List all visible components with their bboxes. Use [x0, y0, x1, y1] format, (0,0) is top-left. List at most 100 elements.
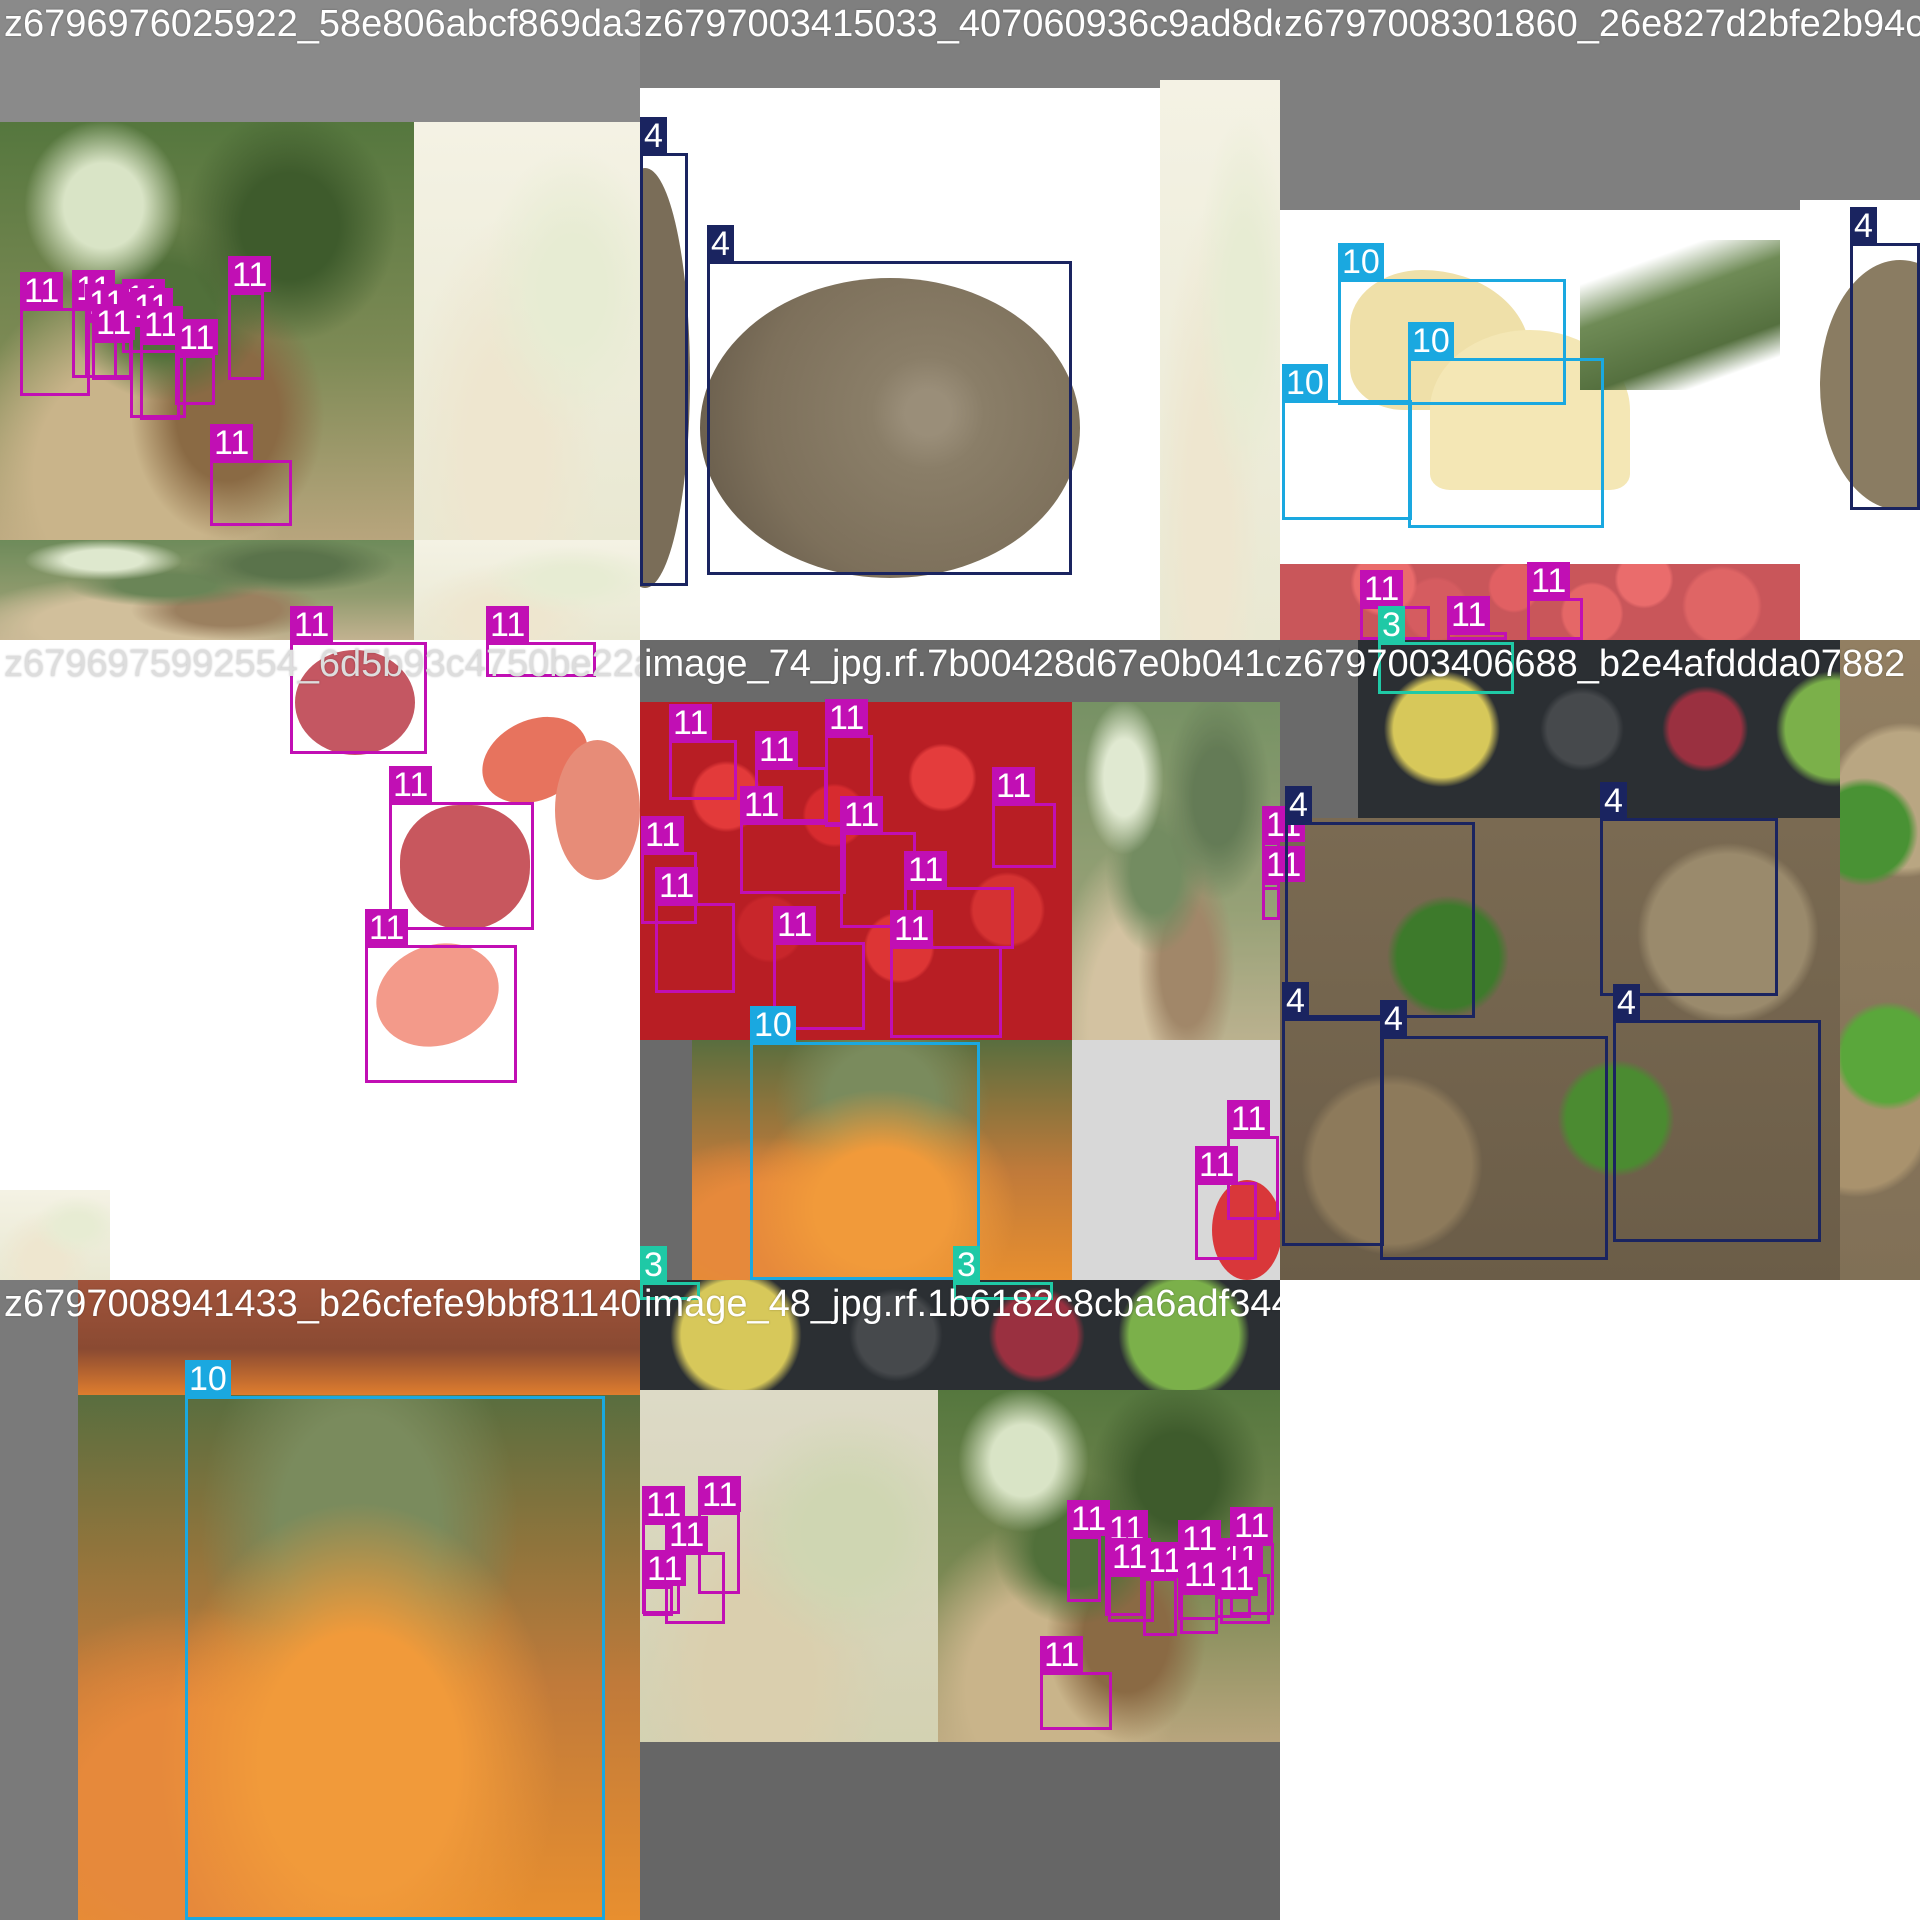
- bbox-class-label: 11: [825, 699, 869, 737]
- bbox-class-label: 11: [228, 256, 272, 294]
- bbox-pineapple: 10: [1408, 322, 1604, 528]
- bbox-class-label: 11: [1178, 1520, 1222, 1558]
- bbox-class-label: 11: [1108, 1538, 1152, 1576]
- bbox-strawberry: 11: [228, 256, 272, 380]
- bbox-class-label: 11: [665, 1516, 709, 1554]
- bbox-class-label: 11: [641, 816, 685, 854]
- bbox-class-label: 3: [953, 1246, 980, 1284]
- bbox-strawberry: 11: [92, 304, 136, 380]
- tile-filename: image_74_jpg.rf.7b00428d67e0b041d: [644, 643, 1280, 685]
- bbox-strawberry: 11: [1040, 1636, 1112, 1730]
- bbox-strawberry: 11: [1447, 596, 1507, 640]
- bbox-strawberry: 11: [669, 704, 737, 800]
- bbox-kiwi: 4: [707, 225, 1072, 575]
- bbox-class-label: 11: [210, 424, 254, 462]
- gray-pad: [0, 1280, 78, 1920]
- bbox-class-label: 3: [1378, 606, 1405, 644]
- tile-filename: z6797003406688_b2e4afddda07882: [1284, 643, 1906, 685]
- bbox-class-label: 11: [486, 606, 530, 644]
- bbox-class-label: 10: [1282, 364, 1328, 402]
- bbox-class-label: 4: [640, 117, 667, 155]
- bbox-class-label: 11: [669, 704, 713, 742]
- bbox-class-label: 10: [1408, 322, 1454, 360]
- bbox-strawberry: 11: [992, 767, 1056, 868]
- bbox-class-label: 11: [1195, 1146, 1239, 1184]
- bbox-class-label: 11: [1527, 562, 1571, 600]
- tile-filename: z6797008301860_26e827d2bfe2b94c: [1284, 3, 1920, 45]
- photo-kiwi-edge: [1840, 640, 1920, 1280]
- bbox-class-label: 4: [1850, 207, 1877, 245]
- bbox-kiwi: 4: [1613, 984, 1821, 1242]
- bbox-strawberry: 11: [643, 1550, 687, 1616]
- tile-filename: image_48_jpg.rf.1b6182c8cba6adf3441f9c10: [644, 1283, 1280, 1325]
- bbox-strawberry: 11: [140, 306, 184, 420]
- bbox-class-label: 11: [643, 1550, 687, 1588]
- bbox-class-label: 11: [840, 796, 884, 834]
- bbox-strawberry: 11: [210, 424, 292, 526]
- bbox-strawberry: 11: [655, 867, 735, 993]
- bbox-class-label: 10: [750, 1006, 796, 1044]
- bbox-class-label: 11: [389, 766, 433, 804]
- bbox-class-label: 11: [1215, 1560, 1259, 1598]
- bbox-class-label: 11: [655, 867, 699, 905]
- bbox-class-label: 11: [992, 767, 1036, 805]
- bbox-class-label: 11: [20, 272, 64, 310]
- bbox-class-label: 10: [1338, 243, 1384, 281]
- tile-filename: z6796976025922_58e806abcf869da3: [4, 3, 640, 45]
- bbox-kiwi: 4: [1850, 207, 1920, 510]
- bbox-class-label: 10: [185, 1360, 231, 1398]
- bbox-strawberry: 11: [1262, 846, 1306, 920]
- pineapple-crown-shape: [1580, 240, 1780, 390]
- bbox-class-label: 11: [1067, 1500, 1111, 1538]
- bbox-strawberry: 11: [1527, 562, 1583, 640]
- bbox-kiwi: 4: [1285, 786, 1475, 1018]
- strawberry-shape: [555, 740, 640, 880]
- bbox-strawberry: 11: [1215, 1560, 1259, 1618]
- bbox-strawberry: 11: [389, 766, 534, 930]
- bbox-strawberry: 11: [1195, 1146, 1257, 1260]
- photo-haze-strip: [1160, 80, 1280, 640]
- photo-garden-strawberry: [1072, 702, 1280, 1080]
- bbox-class-label: 11: [698, 1476, 742, 1514]
- bbox-class-label: 11: [904, 851, 948, 889]
- bbox-strawberry: 11: [1108, 1538, 1154, 1622]
- bbox-class-label: 11: [755, 731, 799, 769]
- bbox-class-label: 4: [1600, 782, 1627, 820]
- bbox-class-label: 11: [740, 786, 784, 824]
- bbox-class-label: 4: [1380, 1000, 1407, 1038]
- bbox-kiwi: 4: [1282, 982, 1384, 1246]
- bbox-pineapple: 10: [185, 1360, 605, 1920]
- bbox-class-label: 11: [1230, 1507, 1274, 1545]
- bbox-strawberry: 11: [365, 909, 517, 1083]
- bbox-strawberry: 11: [1180, 1556, 1224, 1634]
- photo-hazy-strawberry: [414, 122, 640, 540]
- bbox-class-label: 11: [92, 304, 136, 342]
- bbox-class-label: 4: [1613, 984, 1640, 1022]
- bbox-class-label: 11: [1360, 570, 1404, 608]
- photo-garden-repeat: [0, 540, 414, 640]
- bbox-strawberry: 11: [1067, 1500, 1111, 1602]
- bbox-class-label: 11: [1227, 1100, 1271, 1138]
- tile-filename: z6797003415033_407060936c9ad8de: [644, 3, 1280, 45]
- bbox-class-label: 11: [290, 606, 334, 644]
- photo-haze-corner: [0, 1190, 110, 1280]
- tile-filename: z6796975992554_6d5b93c4750be22a: [4, 643, 640, 685]
- bbox-class-label: 11: [365, 909, 409, 947]
- bbox-strawberry: 11: [175, 319, 219, 405]
- bbox-kiwi: 4: [1380, 1000, 1608, 1260]
- bbox-class-label: 11: [890, 910, 934, 948]
- bbox-class-label: 11: [773, 906, 817, 944]
- bbox-class-label: 3: [640, 1246, 667, 1284]
- gray-pad: [640, 1040, 692, 1280]
- bbox-pineapple: 10: [1282, 364, 1412, 520]
- bbox-kiwi: 4: [1600, 782, 1778, 996]
- bbox-class-label: 4: [1282, 982, 1309, 1020]
- bbox-class-label: 11: [1447, 596, 1491, 634]
- bbox-strawberry: 11: [740, 786, 846, 894]
- gray-pad: [640, 1742, 1280, 1920]
- bbox-kiwi: 4: [640, 117, 688, 586]
- bbox-class-label: 11: [175, 319, 219, 357]
- bbox-pineapple: 10: [750, 1006, 980, 1280]
- bbox-strawberry: 11: [890, 910, 1002, 1038]
- mosaic-tile-empty: [1280, 1280, 1920, 1920]
